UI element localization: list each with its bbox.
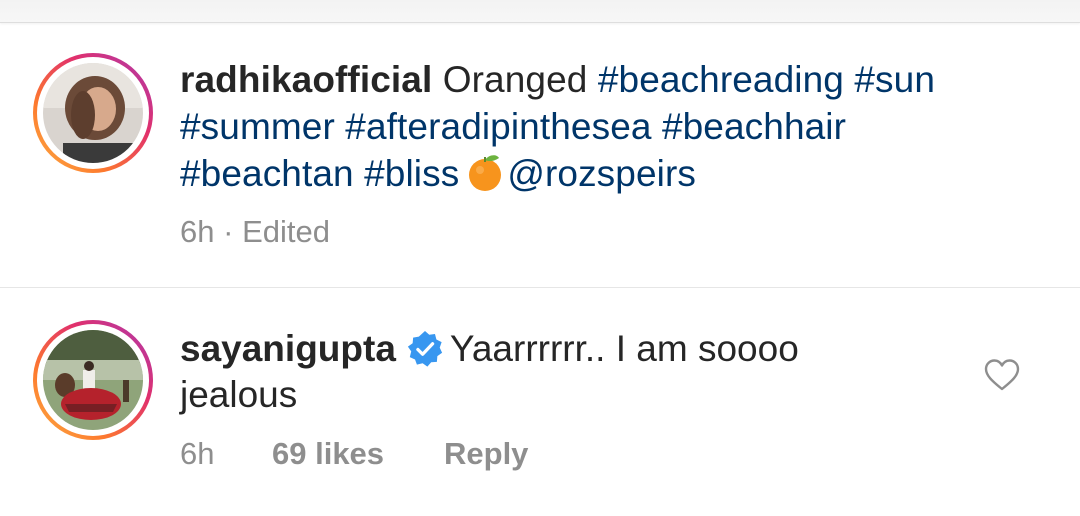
- mention-link[interactable]: @rozspeirs: [507, 153, 696, 194]
- comment-text-line1: Yaarrrrrr.. I am soooo: [449, 328, 799, 369]
- comment-meta: 6h 69 likes Reply: [180, 436, 528, 472]
- hashtag-link[interactable]: #bliss: [364, 153, 459, 194]
- post-username[interactable]: radhikaofficial: [180, 59, 432, 100]
- caption-text: Oranged: [442, 59, 588, 100]
- hashtag-link[interactable]: #beachtan: [180, 153, 354, 194]
- post-caption: radhikaofficial Oranged #beachreading #s…: [180, 56, 1040, 197]
- comment-username[interactable]: sayanigupta: [180, 328, 396, 369]
- comment-body: sayanigupta Yaarrrrrr.. I am soooo jealo…: [180, 326, 900, 418]
- hashtag-link[interactable]: #beachhair: [662, 106, 846, 147]
- reply-button[interactable]: Reply: [444, 436, 528, 472]
- hashtag-link[interactable]: #beachreading: [598, 59, 844, 100]
- comment-divider: [0, 287, 1080, 288]
- heart-outline-icon[interactable]: [984, 358, 1020, 392]
- meta-separator: ·: [223, 214, 234, 249]
- comment-author-avatar[interactable]: [33, 320, 153, 440]
- comment-text-line2: jealous: [180, 374, 298, 415]
- hashtag-link[interactable]: #afteradipinthesea: [345, 106, 651, 147]
- hashtag-link[interactable]: #sun: [854, 59, 935, 100]
- avatar-border: [37, 324, 149, 436]
- top-bar-edge: [0, 0, 1080, 23]
- likes-count-link[interactable]: 69 likes: [272, 436, 444, 472]
- post-author-avatar[interactable]: [33, 53, 153, 173]
- edited-label: Edited: [242, 214, 330, 249]
- avatar-photo: [43, 63, 143, 163]
- hashtag-link[interactable]: #summer: [180, 106, 335, 147]
- post-time: 6h: [180, 214, 215, 249]
- verified-badge-icon: [406, 330, 444, 368]
- tangerine-emoji-icon: [465, 152, 505, 192]
- comment-time: 6h: [180, 436, 215, 471]
- post-meta: 6h · Edited: [180, 214, 330, 250]
- avatar-photo: [43, 330, 143, 430]
- avatar-border: [37, 57, 149, 169]
